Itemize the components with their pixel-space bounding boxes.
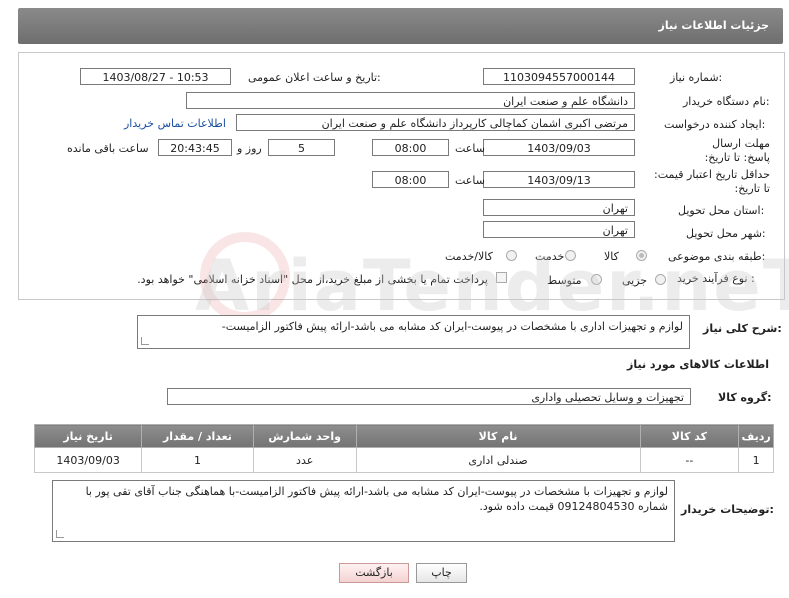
goods-table-header: ردیف کد کالا نام کالا واحد شمارش تعداد /…: [33, 424, 774, 448]
price-validity-label: حداقل تاریخ اعتبار قیمت: تا تاریخ:: [654, 168, 770, 195]
goods-group-label: گروه کالا:: [718, 391, 772, 404]
description-textarea[interactable]: لوازم و تجهیزات اداری با مشخصات در پیوست…: [137, 315, 690, 349]
buyer-notes-text: لوازم و تجهیزات با مشخصات در پیوست-ایران…: [85, 485, 668, 513]
treasury-payment-note: پرداخت تمام یا بخشی از مبلغ خرید،از محل …: [137, 273, 488, 286]
buyer-notes-textarea[interactable]: لوازم و تجهیزات با مشخصات در پیوست-ایران…: [52, 480, 675, 542]
need-number-label: شماره نیاز:: [670, 71, 723, 84]
delivery-city-field: تهران: [483, 221, 635, 238]
price-validity-time-field: 08:00: [372, 171, 449, 188]
goods-section-title: اطلاعات کالاهای مورد نیاز: [627, 358, 769, 371]
cell-goods-name: صندلی اداری: [355, 447, 641, 473]
need-number-field: 1103094557000144: [483, 68, 635, 85]
print-button[interactable]: چاپ: [416, 563, 467, 583]
reply-deadline-label: مهلت ارسال پاسخ: تا تاریخ:: [704, 137, 770, 164]
cell-unit: عدد: [252, 447, 357, 473]
goods-group-field: تجهیزات و وسایل تحصیلی واداری: [167, 388, 691, 405]
delivery-province-field: تهران: [483, 199, 635, 216]
category-option-goods-service: کالا/خدمت: [445, 250, 493, 263]
reply-date-field: 1403/09/03: [483, 139, 635, 156]
buyer-contact-link[interactable]: اطلاعات تماس خریدار: [124, 117, 226, 130]
cell-need-date: 1403/09/03: [33, 447, 143, 473]
reply-time-label: ساعت: [455, 142, 485, 155]
category-radio-goods-service[interactable]: [506, 250, 517, 261]
announce-label: تاریخ و ساعت اعلان عمومی:: [248, 71, 381, 84]
category-radio-goods[interactable]: [636, 250, 647, 261]
table-row: 1 -- صندلی اداری عدد 1 1403/09/03: [33, 447, 774, 473]
purchase-type-label: نوع فرآیند خرید :: [677, 272, 755, 285]
col-row-number: ردیف: [738, 424, 774, 448]
resize-handle-icon[interactable]: [56, 530, 64, 538]
reply-days-field: 5: [268, 139, 335, 156]
purchase-option-medium: متوسط: [547, 274, 582, 287]
buyer-org-field: دانشگاه علم و صنعت ایران: [186, 92, 635, 109]
purchase-option-minor: جزیی: [622, 274, 648, 287]
price-validity-time-label: ساعت: [455, 174, 485, 187]
col-goods-code: کد کالا: [639, 424, 740, 448]
cell-row-number: 1: [738, 447, 774, 473]
reply-time-field: 08:00: [372, 139, 449, 156]
category-option-goods: کالا: [604, 250, 619, 263]
reply-remaining-field: 20:43:45: [158, 139, 232, 156]
purchase-radio-medium[interactable]: [591, 274, 602, 285]
col-unit: واحد شمارش: [252, 424, 357, 448]
buyer-org-label: نام دستگاه خریدار:: [683, 95, 770, 108]
description-label: شرح کلی نیاز:: [703, 322, 782, 335]
announce-field: 1403/08/27 - 10:53: [80, 68, 231, 85]
description-text: لوازم و تجهیزات اداری با مشخصات در پیوست…: [221, 320, 683, 333]
col-goods-name: نام کالا: [355, 424, 641, 448]
col-need-date: تاریخ نیاز: [33, 424, 143, 448]
goods-table: ردیف کد کالا نام کالا واحد شمارش تعداد /…: [33, 424, 774, 473]
delivery-province-label: استان محل تحویل:: [678, 204, 765, 217]
creator-field: مرتضی اکبری اشمان کماچالی کارپرداز دانشگ…: [236, 114, 635, 131]
resize-handle-icon[interactable]: [141, 337, 149, 345]
page-header: جزئیات اطلاعات نیاز: [18, 8, 783, 44]
creator-label: ایجاد کننده درخواست:: [664, 118, 766, 131]
cell-quantity: 1: [141, 447, 254, 473]
reply-remaining-label: ساعت باقی مانده: [67, 142, 149, 155]
treasury-payment-checkbox[interactable]: [496, 272, 507, 283]
reply-days-label: روز و: [237, 142, 262, 155]
category-label: طبقه بندی موضوعی:: [668, 250, 766, 263]
back-button[interactable]: بازگشت: [339, 563, 409, 583]
col-quantity: تعداد / مقدار: [141, 424, 254, 448]
category-radio-service[interactable]: [565, 250, 576, 261]
category-option-service: خدمت: [535, 250, 565, 263]
price-validity-date-field: 1403/09/13: [483, 171, 635, 188]
delivery-city-label: شهر محل تحویل:: [686, 227, 766, 240]
cell-goods-code: --: [639, 447, 740, 473]
page-title: جزئیات اطلاعات نیاز: [658, 19, 770, 32]
buyer-notes-label: توضیحات خریدار:: [681, 503, 774, 516]
purchase-radio-minor[interactable]: [655, 274, 666, 285]
